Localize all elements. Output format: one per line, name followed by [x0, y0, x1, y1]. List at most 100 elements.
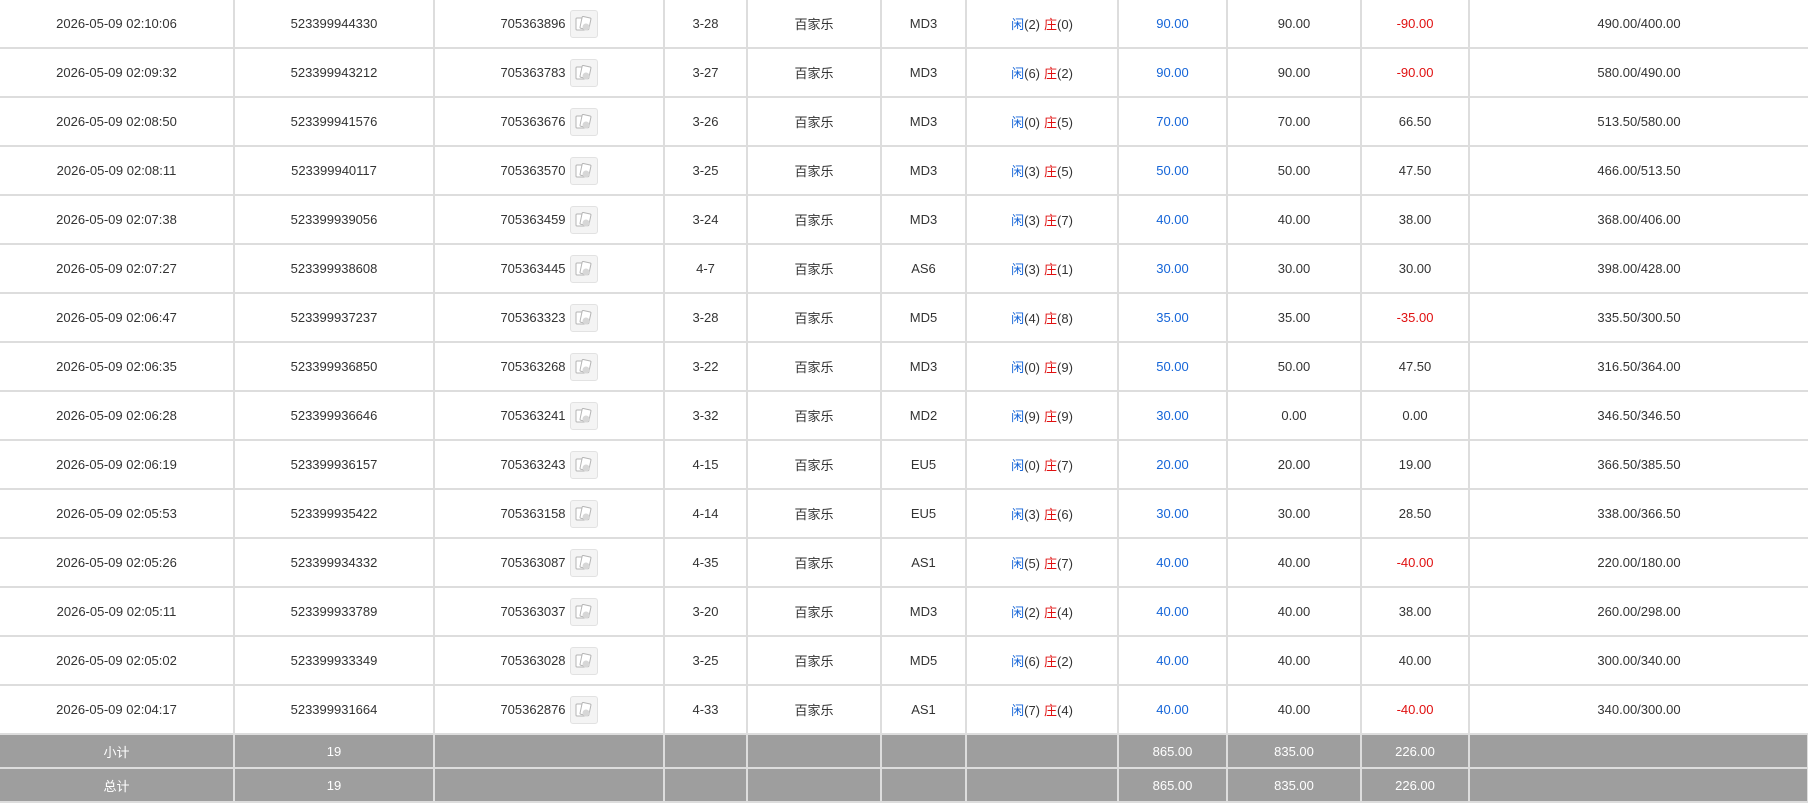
table-row: 2026-05-09 02:05:26 523399934332 7053630… [0, 538, 1808, 588]
playing-cards-icon[interactable] [569, 695, 598, 724]
table-code: MD3 [881, 97, 967, 147]
banker-points: (9) [1057, 360, 1073, 375]
player-points: (0) [1024, 360, 1040, 375]
bet-amount: 40.00 [1118, 538, 1228, 588]
table-row: 2026-05-09 02:07:27 523399938608 7053634… [0, 244, 1808, 294]
subtotal-count: 19 [234, 734, 435, 769]
round-number: 705362876 [500, 702, 566, 717]
round-cell: 705363323 [434, 293, 665, 343]
table-code: EU5 [881, 440, 967, 490]
playing-cards-icon[interactable] [569, 58, 598, 87]
playing-cards-icon[interactable] [569, 205, 598, 234]
player-label: 闲 [1011, 115, 1025, 130]
player-label: 闲 [1011, 556, 1025, 571]
table-row: 2026-05-09 02:05:53 523399935422 7053631… [0, 489, 1808, 539]
table-code: MD3 [881, 0, 967, 49]
shoe-round: 4-14 [664, 489, 748, 539]
bet-amount: 40.00 [1118, 195, 1228, 245]
result-cell: 闲(3) 庄(5) [966, 146, 1119, 196]
banker-points: (2) [1057, 66, 1073, 81]
table-code: MD3 [881, 48, 967, 98]
playing-cards-icon[interactable] [569, 499, 598, 528]
player-points: (7) [1024, 703, 1040, 718]
round-cell: 705363783 [434, 48, 665, 98]
bet-number: 523399940117 [234, 146, 435, 196]
table-code: MD5 [881, 293, 967, 343]
banker-label: 庄 [1044, 409, 1058, 424]
playing-cards-icon[interactable] [569, 254, 598, 283]
round-number: 705363037 [500, 604, 566, 619]
player-points: (2) [1024, 17, 1040, 32]
playing-cards-icon[interactable] [569, 450, 598, 479]
bet-amount: 90.00 [1118, 48, 1228, 98]
valid-bet: 50.00 [1227, 342, 1362, 392]
win-loss: -90.00 [1361, 0, 1470, 49]
round-cell: 705363676 [434, 97, 665, 147]
table-row: 2026-05-09 02:06:35 523399936850 7053632… [0, 342, 1808, 392]
table-code: AS6 [881, 244, 967, 294]
valid-bet: 30.00 [1227, 489, 1362, 539]
playing-cards-icon[interactable] [569, 156, 598, 185]
playing-cards-icon[interactable] [569, 597, 598, 626]
game-name: 百家乐 [747, 97, 882, 147]
table-code: MD5 [881, 636, 967, 686]
bet-number: 523399939056 [234, 195, 435, 245]
result-cell: 闲(3) 庄(6) [966, 489, 1119, 539]
playing-cards-icon[interactable] [569, 548, 598, 577]
bet-time: 2026-05-09 02:08:11 [0, 146, 235, 196]
round-cell: 705363570 [434, 146, 665, 196]
shoe-round: 3-28 [664, 293, 748, 343]
game-name: 百家乐 [747, 244, 882, 294]
total-bet: 865.00 [1118, 768, 1228, 803]
playing-cards-icon[interactable] [569, 303, 598, 332]
bet-time: 2026-05-09 02:06:19 [0, 440, 235, 490]
banker-points: (4) [1057, 605, 1073, 620]
round-cell: 705363241 [434, 391, 665, 441]
balance-before-after: 335.50/300.50 [1469, 293, 1808, 343]
player-points: (2) [1024, 605, 1040, 620]
banker-points: (2) [1057, 654, 1073, 669]
round-number: 705363783 [500, 65, 566, 80]
round-cell: 705363087 [434, 538, 665, 588]
bet-number: 523399937237 [234, 293, 435, 343]
shoe-round: 3-20 [664, 587, 748, 637]
playing-cards-icon[interactable] [569, 401, 598, 430]
bet-time: 2026-05-09 02:07:38 [0, 195, 235, 245]
round-cell: 705363896 [434, 0, 665, 49]
win-loss: 40.00 [1361, 636, 1470, 686]
balance-before-after: 340.00/300.00 [1469, 685, 1808, 735]
bet-amount: 40.00 [1118, 636, 1228, 686]
player-points: (5) [1024, 556, 1040, 571]
banker-points: (6) [1057, 507, 1073, 522]
table-row: 2026-05-09 02:10:06 523399944330 7053638… [0, 0, 1808, 49]
round-number: 705363158 [500, 506, 566, 521]
shoe-round: 3-26 [664, 97, 748, 147]
valid-bet: 40.00 [1227, 587, 1362, 637]
playing-cards-icon[interactable] [569, 107, 598, 136]
round-number: 705363241 [500, 408, 566, 423]
win-loss: 28.50 [1361, 489, 1470, 539]
round-cell: 705363459 [434, 195, 665, 245]
bet-amount: 70.00 [1118, 97, 1228, 147]
shoe-round: 4-33 [664, 685, 748, 735]
round-cell: 705363028 [434, 636, 665, 686]
player-label: 闲 [1011, 654, 1025, 669]
playing-cards-icon[interactable] [569, 352, 598, 381]
total-valid: 835.00 [1227, 768, 1362, 803]
banker-points: (7) [1057, 458, 1073, 473]
player-label: 闲 [1011, 17, 1025, 32]
banker-label: 庄 [1044, 164, 1058, 179]
banker-label: 庄 [1044, 213, 1058, 228]
balance-before-after: 580.00/490.00 [1469, 48, 1808, 98]
player-label: 闲 [1011, 164, 1025, 179]
shoe-round: 3-28 [664, 0, 748, 49]
playing-cards-icon[interactable] [569, 646, 598, 675]
playing-cards-icon[interactable] [569, 9, 598, 38]
result-cell: 闲(5) 庄(7) [966, 538, 1119, 588]
game-name: 百家乐 [747, 489, 882, 539]
bet-number: 523399931664 [234, 685, 435, 735]
banker-label: 庄 [1044, 654, 1058, 669]
shoe-round: 3-32 [664, 391, 748, 441]
table-row: 2026-05-09 02:06:19 523399936157 7053632… [0, 440, 1808, 490]
round-number: 705363570 [500, 163, 566, 178]
